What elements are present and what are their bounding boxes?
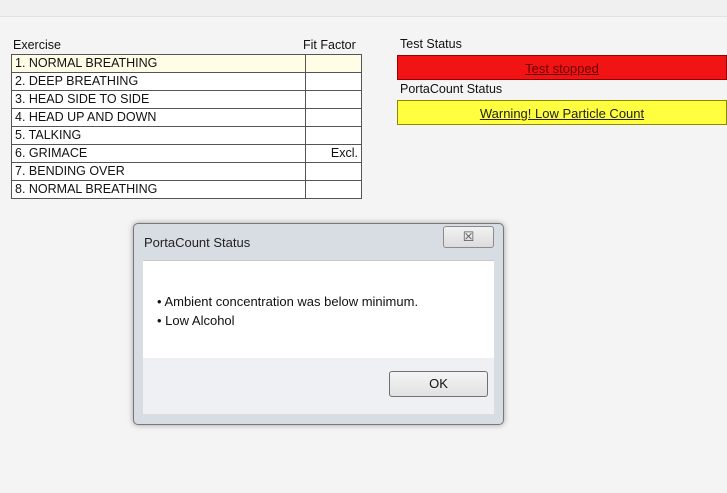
table-row[interactable]: 6. GRIMACE Excl. xyxy=(10,144,362,163)
table-row[interactable]: 1. NORMAL BREATHING xyxy=(10,54,362,73)
exercise-name: 2. DEEP BREATHING xyxy=(10,72,307,91)
dialog-message: • Ambient concentration was below minimu… xyxy=(157,294,419,309)
fit-factor-cell xyxy=(305,54,362,73)
exercise-name: 5. TALKING xyxy=(10,126,307,145)
exercise-name: 7. BENDING OVER xyxy=(10,162,307,181)
close-button[interactable]: ☒ xyxy=(443,226,494,248)
dialog-footer: OK xyxy=(143,358,494,414)
table-row[interactable]: 2. DEEP BREATHING xyxy=(10,72,362,91)
table-row[interactable]: 4. HEAD UP AND DOWN xyxy=(10,108,362,127)
fit-factor-cell xyxy=(305,180,362,199)
exercise-column-header: Exercise xyxy=(13,38,61,52)
dialog-message-area: • Ambient concentration was below minimu… xyxy=(143,260,494,359)
table-row[interactable]: 8. NORMAL BREATHING xyxy=(10,180,362,199)
exercise-name: 3. HEAD SIDE TO SIDE xyxy=(10,90,307,109)
exercise-name: 8. NORMAL BREATHING xyxy=(10,180,307,199)
fit-factor-cell xyxy=(305,126,362,145)
top-toolbar-strip xyxy=(0,0,727,17)
test-status-label: Test Status xyxy=(400,37,462,51)
exercise-table: 1. NORMAL BREATHING 2. DEEP BREATHING 3.… xyxy=(10,54,362,199)
exercise-name: 4. HEAD UP AND DOWN xyxy=(10,108,307,127)
table-row[interactable]: 7. BENDING OVER xyxy=(10,162,362,181)
close-icon: ☒ xyxy=(462,229,475,244)
fit-factor-cell xyxy=(305,90,362,109)
exercise-name: 6. GRIMACE xyxy=(10,144,307,163)
exercise-name: 1. NORMAL BREATHING xyxy=(10,54,307,73)
fit-factor-cell: Excl. xyxy=(305,144,362,163)
fit-factor-column-header: Fit Factor xyxy=(303,38,356,52)
portacount-status-indicator: Warning! Low Particle Count xyxy=(397,100,727,125)
ok-button[interactable]: OK xyxy=(389,371,488,397)
test-status-indicator: Test stopped xyxy=(397,55,727,80)
dialog-message: • Low Alcohol xyxy=(157,313,235,328)
fit-factor-cell xyxy=(305,108,362,127)
table-row[interactable]: 5. TALKING xyxy=(10,126,362,145)
fit-factor-cell xyxy=(305,162,362,181)
table-row[interactable]: 3. HEAD SIDE TO SIDE xyxy=(10,90,362,109)
fit-factor-cell xyxy=(305,72,362,91)
portacount-status-label: PortaCount Status xyxy=(400,82,503,96)
portacount-status-dialog: PortaCount Status ☒ • Ambient concentrat… xyxy=(133,223,504,425)
dialog-title: PortaCount Status xyxy=(144,235,251,250)
